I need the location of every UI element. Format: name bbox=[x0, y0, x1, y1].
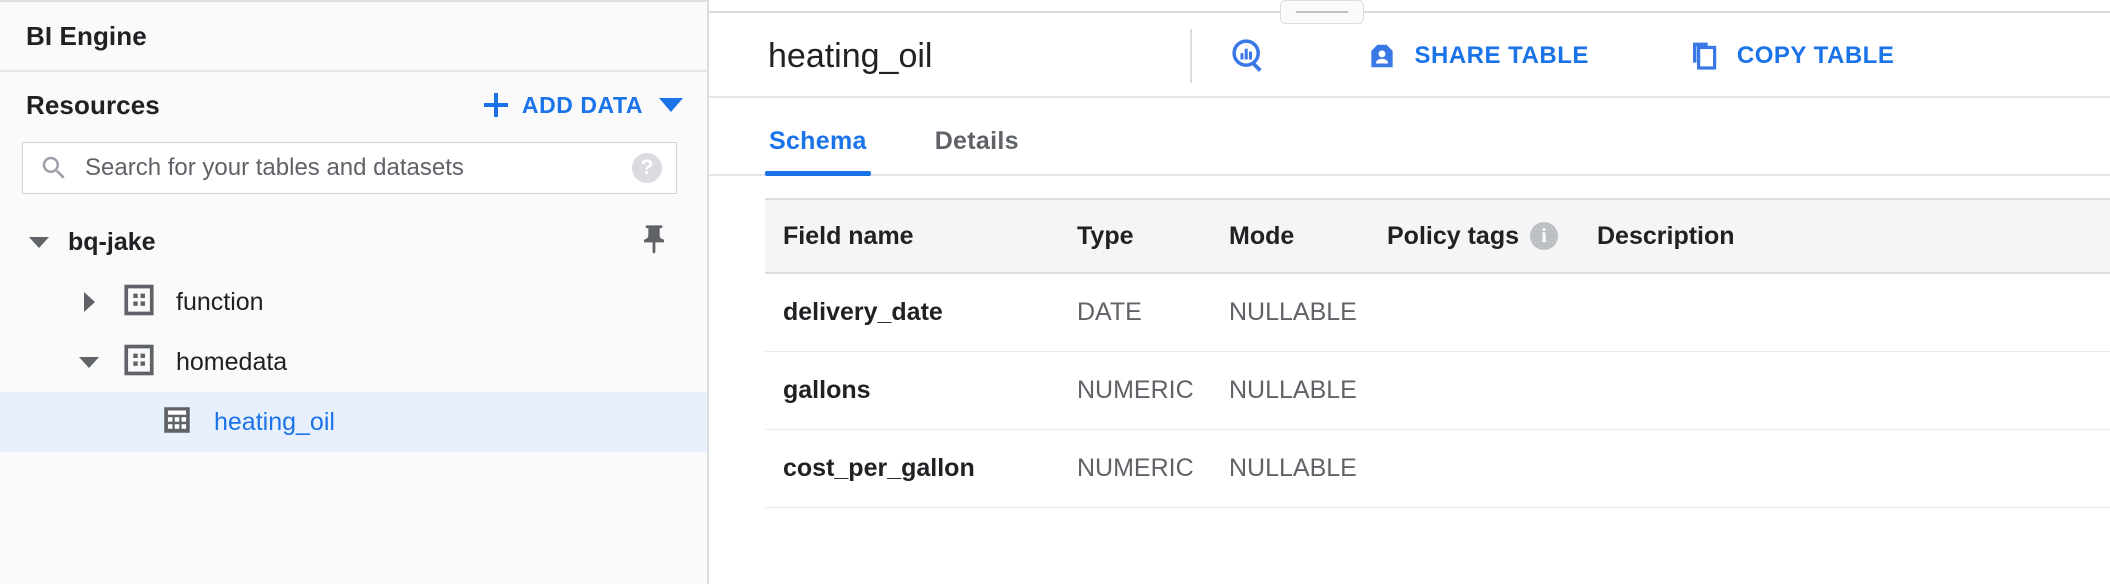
column-header-label: Policy tags bbox=[1387, 221, 1519, 250]
cell-policy-tags bbox=[1369, 351, 1579, 430]
column-header-label: Description bbox=[1597, 221, 1735, 250]
bi-engine-title: BI Engine bbox=[26, 20, 147, 51]
resource-tree: bq-jake function homedata heating_oil bbox=[0, 212, 707, 452]
search-box[interactable]: ? bbox=[22, 142, 677, 194]
expand-collapse-toggle[interactable] bbox=[76, 289, 102, 315]
plus-icon bbox=[483, 92, 509, 118]
main-panel: heating_oil SHARE TABLE COPY TABLE Schem… bbox=[709, 0, 2110, 584]
table-header-bar: heating_oil SHARE TABLE COPY TABLE bbox=[709, 16, 2110, 98]
resources-label: Resources bbox=[26, 89, 160, 120]
tree-item-label: function bbox=[176, 287, 264, 316]
table-row[interactable]: delivery_date DATE NULLABLE bbox=[765, 273, 2110, 352]
query-table-button[interactable] bbox=[1230, 37, 1284, 75]
panel-resize-strip bbox=[709, 0, 2110, 24]
tab-schema-label: Schema bbox=[769, 127, 867, 155]
tab-details[interactable]: Details bbox=[931, 127, 1023, 174]
column-header-field-name[interactable]: Field name bbox=[765, 198, 1059, 274]
cell-type: NUMERIC bbox=[1059, 429, 1211, 508]
tree-item-dataset-homedata[interactable]: homedata bbox=[0, 332, 707, 392]
column-header-description[interactable]: Description bbox=[1579, 198, 2110, 274]
tab-schema[interactable]: Schema bbox=[765, 127, 871, 176]
cell-description bbox=[1579, 351, 2110, 430]
share-table-button[interactable]: SHARE TABLE bbox=[1366, 40, 1588, 72]
tree-item-label: bq-jake bbox=[68, 227, 156, 256]
column-header-mode[interactable]: Mode bbox=[1211, 198, 1369, 274]
add-data-button[interactable]: ADD DATA bbox=[483, 92, 643, 119]
panel-resize-handle[interactable] bbox=[1280, 0, 1364, 24]
add-data-label: ADD DATA bbox=[521, 91, 643, 118]
chevron-down-icon bbox=[79, 356, 99, 368]
bigquery-console: BI Engine Resources ADD DATA ? bbox=[0, 0, 2110, 584]
cell-mode: NULLABLE bbox=[1211, 351, 1369, 430]
panel-top-divider bbox=[709, 11, 2110, 13]
cell-mode: NULLABLE bbox=[1211, 429, 1369, 508]
cell-field-name: gallons bbox=[765, 351, 1059, 430]
bi-engine-section[interactable]: BI Engine bbox=[0, 2, 707, 72]
cell-policy-tags bbox=[1369, 429, 1579, 508]
tab-bar: Schema Details bbox=[709, 98, 2110, 176]
help-icon[interactable]: ? bbox=[632, 153, 662, 183]
column-header-label: Type bbox=[1077, 221, 1134, 250]
cell-policy-tags bbox=[1369, 273, 1579, 352]
info-icon[interactable]: i bbox=[1530, 222, 1558, 250]
cell-type: NUMERIC bbox=[1059, 351, 1211, 430]
cell-description bbox=[1579, 273, 2110, 352]
tree-item-label: homedata bbox=[176, 347, 288, 376]
copy-icon bbox=[1692, 42, 1717, 70]
drag-handle-bar bbox=[1296, 11, 1348, 13]
column-header-label: Mode bbox=[1229, 221, 1295, 250]
tree-item-dataset-function[interactable]: function bbox=[0, 272, 707, 332]
resources-header: Resources ADD DATA bbox=[0, 72, 707, 138]
cell-field-name: cost_per_gallon bbox=[765, 429, 1059, 508]
table-icon bbox=[160, 403, 194, 442]
schema-panel: Field name Type Mode Policy tags i Descr… bbox=[709, 176, 2110, 508]
search-input[interactable] bbox=[83, 153, 632, 183]
dataset-icon bbox=[122, 343, 156, 382]
page-title: heating_oil bbox=[768, 36, 933, 75]
table-row[interactable]: gallons NUMERIC NULLABLE bbox=[765, 351, 2110, 430]
chevron-down-icon bbox=[29, 236, 49, 248]
tree-item-table-heating-oil[interactable]: heating_oil bbox=[0, 392, 707, 452]
cell-type: DATE bbox=[1059, 273, 1211, 352]
tree-item-project[interactable]: bq-jake bbox=[0, 212, 707, 272]
pin-icon[interactable] bbox=[637, 223, 671, 262]
table-header-row: Field name Type Mode Policy tags i Descr… bbox=[765, 198, 2110, 274]
add-data-group: ADD DATA bbox=[483, 92, 683, 119]
table-row[interactable]: cost_per_gallon NUMERIC NULLABLE bbox=[765, 429, 2110, 508]
column-header-label: Field name bbox=[783, 221, 914, 250]
search-icon bbox=[42, 156, 65, 179]
column-header-policy-tags[interactable]: Policy tags i bbox=[1369, 198, 1579, 274]
tree-item-label: heating_oil bbox=[214, 407, 335, 436]
expand-collapse-toggle[interactable] bbox=[26, 229, 52, 255]
cell-description bbox=[1579, 429, 2110, 508]
header-actions: SHARE TABLE COPY TABLE bbox=[1192, 37, 1894, 75]
chevron-down-icon[interactable] bbox=[659, 98, 683, 112]
chevron-right-icon bbox=[83, 292, 95, 312]
expand-collapse-toggle[interactable] bbox=[76, 349, 102, 375]
query-chart-search-icon bbox=[1232, 39, 1263, 72]
share-table-label: SHARE TABLE bbox=[1414, 42, 1589, 69]
sidebar: BI Engine Resources ADD DATA ? bbox=[0, 0, 709, 584]
cell-field-name: delivery_date bbox=[765, 273, 1059, 352]
share-person-badge-icon bbox=[1371, 44, 1394, 68]
copy-table-label: COPY TABLE bbox=[1736, 42, 1895, 69]
tab-details-label: Details bbox=[934, 127, 1019, 155]
schema-table: Field name Type Mode Policy tags i Descr… bbox=[765, 198, 2110, 508]
cell-mode: NULLABLE bbox=[1211, 273, 1369, 352]
column-header-type[interactable]: Type bbox=[1059, 198, 1211, 274]
copy-table-button[interactable]: COPY TABLE bbox=[1689, 40, 1894, 72]
dataset-icon bbox=[122, 283, 156, 322]
